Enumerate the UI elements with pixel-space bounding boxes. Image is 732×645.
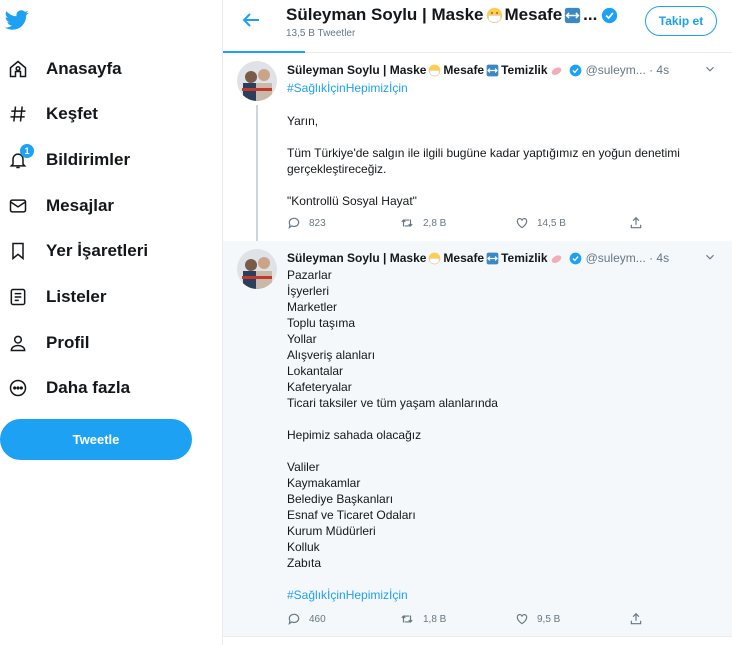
verified-badge-icon: [569, 252, 581, 264]
nav-more[interactable]: Daha fazla: [0, 369, 200, 407]
heart-icon: [516, 218, 528, 229]
nav-profile[interactable]: Profil: [0, 324, 200, 362]
nav-notifications-label: Bildirimler: [46, 150, 131, 169]
left-right-arrow-icon: [486, 252, 499, 264]
tweet-hashtag[interactable]: #SağlıkİçinHepimizİçin: [287, 80, 717, 96]
author-name-part1[interactable]: Süleyman Soylu | Maske: [287, 63, 426, 77]
reply-count: 823: [309, 217, 326, 229]
mask-emoji-icon: [429, 64, 441, 76]
header-title: Süleyman Soylu | Maske Mesafe ...: [286, 5, 618, 25]
reply-button[interactable]: 460: [287, 612, 326, 626]
heart-icon: [516, 614, 528, 625]
twitter-bird-icon[interactable]: [4, 8, 30, 32]
bell-icon: 1: [6, 144, 34, 172]
nav-explore-label: Keşfet: [46, 104, 98, 123]
reply-button[interactable]: 823: [287, 216, 326, 230]
mail-icon: [6, 194, 30, 218]
reply-icon: [288, 217, 300, 230]
nav-home-label: Anasayfa: [46, 59, 122, 78]
author-handle[interactable]: @suleym... · 4s: [586, 63, 670, 77]
avatar[interactable]: [237, 61, 277, 101]
tweet-count: 13,5 B Tweetler: [286, 28, 356, 39]
header-name-ellipsis: ...: [583, 5, 598, 24]
chevron-down-icon[interactable]: [703, 250, 717, 264]
tweet-2[interactable]: Süleyman Soylu | Maske Mesafe Temizlik @…: [223, 241, 732, 637]
follow-button[interactable]: Takip et: [645, 6, 717, 36]
share-button[interactable]: [629, 216, 651, 230]
tweet-text: Pazarlar İşyerleri Marketler Toplu taşım…: [287, 268, 498, 570]
nav-profile-label: Profil: [46, 333, 90, 352]
hashtag-icon: [6, 102, 30, 126]
hashtag-link[interactable]: #SağlıkİçinHepimizİçin: [287, 588, 408, 602]
tweet-button[interactable]: Tweetle: [0, 419, 192, 460]
retweet-icon: [401, 219, 413, 227]
like-count: 9,5 B: [537, 613, 561, 625]
left-right-arrow-icon: [565, 7, 581, 23]
nav-messages[interactable]: Mesajlar: [0, 187, 200, 225]
reply-icon: [288, 613, 300, 626]
more-icon: [6, 376, 30, 400]
nav-explore[interactable]: Keşfet: [0, 95, 200, 133]
header-name-part1: Süleyman Soylu | Maske: [286, 5, 484, 24]
nav-notifications[interactable]: 1 Bildirimler: [0, 141, 200, 179]
hashtag-link[interactable]: #SağlıkİçinHepimizİçin: [287, 81, 408, 95]
home-icon: [6, 57, 30, 81]
header-name-part2: Mesafe: [504, 5, 563, 24]
nav-more-label: Daha fazla: [46, 378, 131, 397]
tweet-actions: 460 1,8 B 9,5 B: [287, 612, 647, 628]
author-name-part3[interactable]: Temizlik: [501, 63, 547, 77]
like-count: 14,5 B: [537, 217, 566, 229]
sidebar: Anasayfa Keşfet 1 Bildirimler Mesajlar Y…: [0, 0, 222, 645]
notifications-badge: 1: [20, 144, 34, 158]
bookmark-icon: [6, 239, 30, 263]
tweet-actions: 823 2,8 B 14,5 B: [287, 216, 647, 232]
share-button[interactable]: [629, 612, 651, 626]
main-column: Süleyman Soylu | Maske Mesafe ... 13,5 B…: [222, 0, 732, 645]
retweet-icon: [401, 615, 413, 623]
nav-lists-label: Listeler: [46, 287, 107, 306]
profile-header: Süleyman Soylu | Maske Mesafe ... 13,5 B…: [223, 0, 732, 53]
left-right-arrow-icon: [486, 64, 499, 76]
mask-emoji-icon: [429, 252, 441, 264]
list-icon: [6, 285, 30, 309]
tweet-header: Süleyman Soylu | Maske Mesafe Temizlik @…: [287, 250, 717, 266]
retweet-button[interactable]: 2,8 B: [399, 216, 446, 230]
soap-emoji-icon: [551, 254, 561, 263]
author-name-part3[interactable]: Temizlik: [501, 251, 547, 265]
like-button[interactable]: 9,5 B: [515, 612, 560, 626]
tweet-1[interactable]: Süleyman Soylu | Maske Mesafe Temizlik @…: [223, 53, 732, 245]
nav-home[interactable]: Anasayfa: [0, 50, 200, 88]
like-button[interactable]: 14,5 B: [515, 216, 566, 230]
verified-badge-icon: [602, 7, 618, 23]
back-arrow-icon[interactable]: [239, 8, 263, 32]
mask-emoji-icon: [486, 7, 502, 23]
person-icon: [6, 331, 30, 355]
soap-emoji-icon: [551, 66, 561, 75]
author-name-part2[interactable]: Mesafe: [443, 63, 484, 77]
avatar[interactable]: [237, 249, 277, 289]
tweet-header: Süleyman Soylu | Maske Mesafe Temizlik @…: [287, 62, 717, 78]
nav-lists[interactable]: Listeler: [0, 278, 200, 316]
retweet-count: 1,8 B: [423, 613, 447, 625]
share-icon: [630, 612, 642, 625]
tweet-text: Yarın, Tüm Türkiye'de salgın ile ilgili …: [287, 114, 680, 208]
author-name-part1[interactable]: Süleyman Soylu | Maske: [287, 251, 426, 265]
author-name-part2[interactable]: Mesafe: [443, 251, 484, 265]
nav-bookmarks[interactable]: Yer İşaretleri: [0, 232, 200, 270]
retweet-count: 2,8 B: [423, 217, 447, 229]
nav-messages-label: Mesajlar: [46, 196, 115, 215]
reply-count: 460: [309, 613, 326, 625]
tweet-hashtag[interactable]: #SağlıkİçinHepimizİçin: [287, 587, 717, 603]
retweet-button[interactable]: 1,8 B: [399, 612, 446, 626]
share-icon: [630, 216, 642, 229]
verified-badge-icon: [569, 64, 581, 76]
nav-bookmarks-label: Yer İşaretleri: [46, 241, 149, 260]
author-handle[interactable]: @suleym... · 4s: [586, 251, 670, 265]
chevron-down-icon[interactable]: [703, 62, 717, 76]
thread-connector: [256, 105, 258, 245]
